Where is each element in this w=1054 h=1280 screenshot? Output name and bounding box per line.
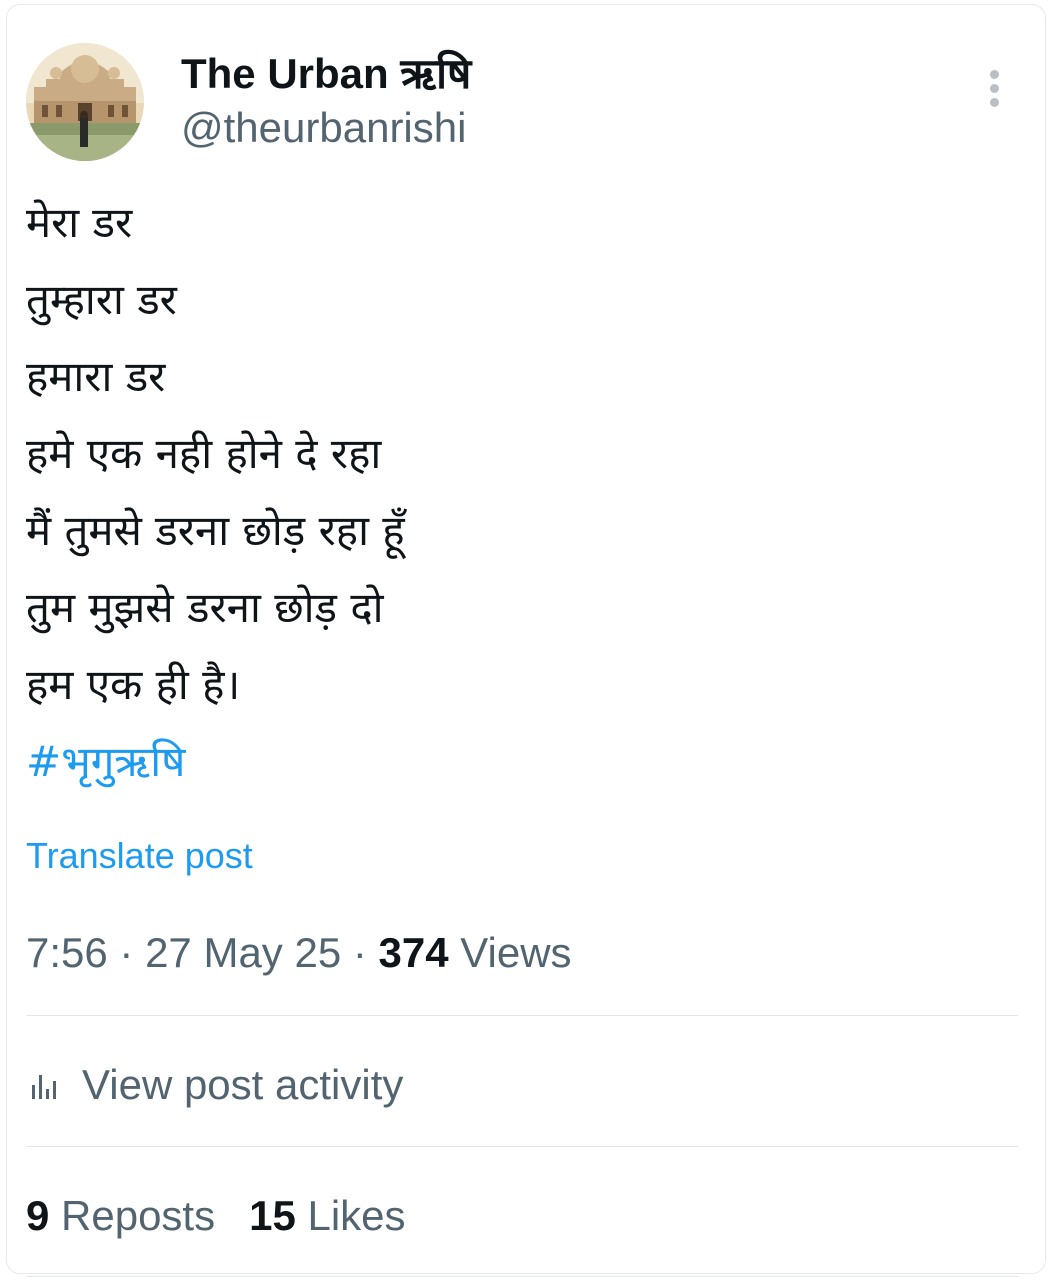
post-meta: 7:56 · 27 May 25 · 374 Views bbox=[26, 925, 572, 981]
views-count: 374 bbox=[378, 929, 449, 976]
likes-label: Likes bbox=[295, 1192, 406, 1239]
views-label: Views bbox=[448, 929, 572, 976]
author-display-name[interactable]: The Urban ऋषि bbox=[181, 48, 471, 100]
engagement-stats: 9 Reposts 15 Likes bbox=[26, 1187, 406, 1245]
tweet-line: हमारा डर bbox=[26, 352, 166, 401]
reposts-count: 9 bbox=[26, 1192, 50, 1239]
reposts-label: Reposts bbox=[49, 1192, 216, 1239]
likes-stat[interactable]: 15 Likes bbox=[249, 1192, 405, 1239]
divider bbox=[26, 1146, 1018, 1147]
translate-post-link[interactable]: Translate post bbox=[26, 832, 253, 880]
analytics-bar-chart-icon bbox=[32, 1075, 56, 1099]
view-post-activity-label: View post activity bbox=[82, 1061, 404, 1108]
avatar[interactable] bbox=[26, 43, 144, 161]
more-options-icon-dot bbox=[990, 84, 999, 93]
reposts-stat[interactable]: 9 Reposts bbox=[26, 1192, 215, 1239]
divider bbox=[26, 1015, 1018, 1016]
view-post-activity-button[interactable]: View post activity bbox=[26, 1056, 403, 1114]
tweet-line: मेरा डर bbox=[26, 198, 133, 247]
author-handle[interactable]: @theurbanrishi bbox=[181, 103, 466, 153]
divider bbox=[26, 1276, 1018, 1277]
tweet-line: तुम्हारा डर bbox=[26, 275, 177, 324]
tweet-line: तुम मुझसे डरना छोड़ दो bbox=[26, 583, 384, 632]
tweet-text: मेरा डर तुम्हारा डर हमारा डर हमे एक नही … bbox=[26, 184, 926, 800]
tweet-line: हम एक ही है। bbox=[26, 660, 241, 709]
more-options-icon-dot bbox=[990, 98, 999, 107]
tweet-line: मैं तुमसे डरना छोड़ रहा हूँ bbox=[26, 506, 405, 555]
avatar-image bbox=[26, 43, 144, 161]
more-options-icon bbox=[990, 70, 999, 79]
tweet-line: हमे एक नही होने दे रहा bbox=[26, 429, 382, 478]
meta-separator: · bbox=[341, 929, 379, 976]
likes-count: 15 bbox=[249, 1192, 296, 1239]
meta-separator: · bbox=[107, 929, 146, 976]
post-time[interactable]: 7:56 bbox=[26, 929, 108, 976]
hashtag-link[interactable]: #भृगुऋषि bbox=[26, 723, 926, 800]
more-options-button[interactable] bbox=[978, 66, 1012, 112]
post-date[interactable]: 27 May 25 bbox=[145, 929, 341, 976]
